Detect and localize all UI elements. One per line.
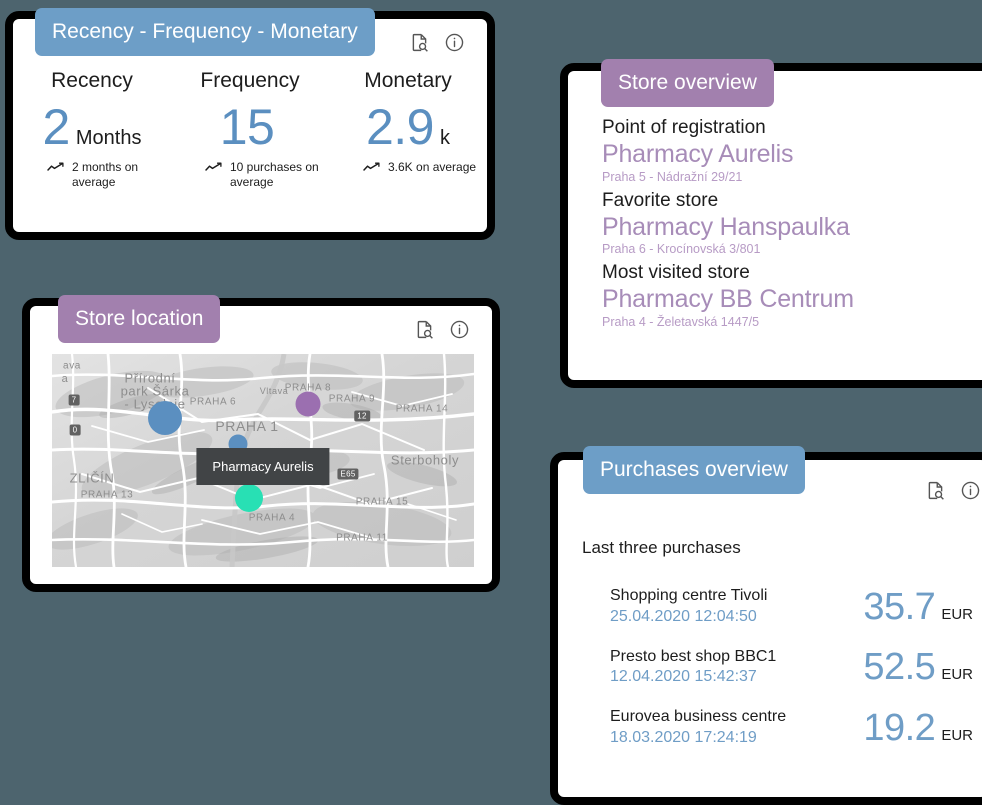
metric-value: 15 xyxy=(219,99,275,155)
info-circle-icon[interactable] xyxy=(444,32,465,53)
purchase-row[interactable]: Shopping centre Tivoli 25.04.2020 12:04:… xyxy=(610,586,979,628)
store-entry-address: Praha 6 - Krocínovská 3/801 xyxy=(602,242,761,256)
metric-trend-text: 3.6K on average xyxy=(388,160,477,174)
metric-label: Monetary xyxy=(364,69,452,92)
store-entry-heading: Favorite store xyxy=(602,189,719,211)
info-circle-icon[interactable] xyxy=(960,480,981,501)
store-location-map[interactable]: Přírodnípark Šárka- LysolajePRAHA 6PRAHA… xyxy=(52,354,474,567)
map-road-shield: 7 xyxy=(68,394,80,406)
map-label: a xyxy=(61,373,69,385)
purchase-currency: EUR xyxy=(941,726,973,744)
map-label: PRAHA 6 xyxy=(189,396,237,408)
metric-value: 2.9 xyxy=(365,99,435,155)
metric-value-group: 2.9 k xyxy=(329,102,487,154)
marker-teal[interactable] xyxy=(235,484,263,512)
purchases-card-title: Purchases overview xyxy=(583,446,805,494)
purchases-card-actions xyxy=(925,480,981,501)
map-label: Sterboholy xyxy=(390,452,460,468)
trend-line-icon xyxy=(47,162,64,177)
purchase-info: Eurovea business centre 18.03.2020 17:24… xyxy=(610,707,786,749)
metric-trend-text: 2 months on average xyxy=(72,160,139,189)
rfm-card: Recency - Frequency - Monetary Recency 2… xyxy=(5,8,495,240)
store-entry: Favorite store Pharmacy Hanspaulka Praha… xyxy=(602,190,972,257)
purchase-info: Shopping centre Tivoli 25.04.2020 12:04:… xyxy=(610,586,767,628)
rfm-card-actions xyxy=(409,32,465,53)
metric-label: Recency xyxy=(51,69,133,92)
rfm-metric-frequency: Frequency 15 10 purchases on average xyxy=(171,69,329,190)
map-label: PRAHA 13 xyxy=(80,489,134,501)
map-label: PRAHA 14 xyxy=(395,403,449,415)
purchase-amount-group: 35.7 EUR xyxy=(863,588,979,626)
store-entry-address: Praha 5 - Nádražní 29/21 xyxy=(602,169,743,184)
purchases-list: Shopping centre Tivoli 25.04.2020 12:04:… xyxy=(610,586,979,768)
map-road-shield: 12 xyxy=(354,410,370,422)
store-entry-address: Praha 4 - Želetavská 1447/5 xyxy=(602,314,760,329)
metric-value-group: 2 Months xyxy=(13,102,171,154)
marker-purple[interactable] xyxy=(295,391,321,417)
store-entry-heading: Most visited store xyxy=(602,262,750,283)
document-search-icon[interactable] xyxy=(409,32,430,53)
purchases-subtitle: Last three purchases xyxy=(582,538,741,557)
purchase-currency: EUR xyxy=(941,666,973,684)
metric-trend: 10 purchases on average xyxy=(171,160,329,190)
metric-value-group: 15 xyxy=(171,102,329,154)
metric-trend: 3.6K on average xyxy=(329,160,487,177)
rfm-metric-monetary: Monetary 2.9 k 3.6K on average xyxy=(329,69,487,190)
purchase-amount: 19.2 xyxy=(863,706,936,749)
map-label: ZLIČÍN xyxy=(69,470,115,486)
rfm-card-title: Recency - Frequency - Monetary xyxy=(35,8,375,56)
purchase-datetime: 12.04.2020 15:42:37 xyxy=(610,668,757,686)
store-location-card-title: Store location xyxy=(58,295,221,343)
map-label: PRAHA 11 xyxy=(336,532,388,544)
purchase-datetime: 25.04.2020 12:04:50 xyxy=(610,607,757,625)
store-location-card-actions xyxy=(414,319,470,340)
info-circle-icon[interactable] xyxy=(449,319,470,340)
metric-unit: k xyxy=(440,127,450,149)
trend-line-icon xyxy=(205,162,222,177)
purchase-datetime: 18.03.2020 17:24:19 xyxy=(610,728,757,746)
purchase-currency: EUR xyxy=(941,605,973,623)
metric-unit: Months xyxy=(75,127,142,149)
purchase-amount: 52.5 xyxy=(863,646,936,689)
store-entry-name[interactable]: Pharmacy Aurelis xyxy=(602,140,972,169)
purchase-store: Presto best shop BBC1 xyxy=(610,647,777,665)
marker-blue-large[interactable] xyxy=(148,401,182,435)
map-label: Vltava xyxy=(259,386,289,396)
purchase-store: Eurovea business centre xyxy=(610,708,787,726)
purchase-amount: 35.7 xyxy=(863,585,936,628)
map-label: PRAHA 15 xyxy=(355,496,409,508)
document-search-icon[interactable] xyxy=(925,480,946,501)
purchase-amount-group: 19.2 EUR xyxy=(863,709,979,747)
metric-trend: 2 months on average xyxy=(13,160,171,190)
document-search-icon[interactable] xyxy=(414,319,435,340)
metric-value: 2 xyxy=(42,99,71,155)
map-tooltip: Pharmacy Aurelis xyxy=(196,448,330,485)
store-entry: Most visited store Pharmacy BB Centrum P… xyxy=(602,262,972,329)
map-label: PRAHA 9 xyxy=(328,393,376,405)
map-label: PRAHA 1 xyxy=(215,418,279,434)
metric-trend-text: 10 purchases on average xyxy=(230,160,319,189)
purchase-row[interactable]: Presto best shop BBC1 12.04.2020 15:42:3… xyxy=(610,647,979,689)
store-entry: Point of registration Pharmacy Aurelis P… xyxy=(602,117,972,184)
store-overview-list: Point of registration Pharmacy Aurelis P… xyxy=(602,117,972,335)
store-entry-name[interactable]: Pharmacy Hanspaulka xyxy=(602,213,972,242)
store-entry-name[interactable]: Pharmacy BB Centrum xyxy=(602,285,972,314)
map-label: ava xyxy=(63,360,81,372)
purchases-overview-card: Purchases overview Last three purchases xyxy=(550,446,982,805)
purchase-amount-group: 52.5 EUR xyxy=(863,648,979,686)
store-overview-card: Store overview Point of registration Pha… xyxy=(560,59,982,388)
store-overview-card-title: Store overview xyxy=(601,59,774,107)
store-location-card: Store location Přírodní park Šárka - PRA… xyxy=(22,295,500,592)
map-road-shield: E65 xyxy=(337,468,359,480)
purchase-store: Shopping centre Tivoli xyxy=(610,587,768,604)
map-label: PRAHA 4 xyxy=(248,512,296,524)
map-road-shield: 0 xyxy=(69,424,81,436)
metric-label: Frequency xyxy=(200,69,300,92)
store-entry-heading: Point of registration xyxy=(602,117,766,138)
purchase-info: Presto best shop BBC1 12.04.2020 15:42:3… xyxy=(610,647,776,689)
rfm-metric-recency: Recency 2 Months 2 months on average xyxy=(13,69,171,190)
purchase-row[interactable]: Eurovea business centre 18.03.2020 17:24… xyxy=(610,707,979,749)
trend-line-icon xyxy=(363,162,380,177)
rfm-metrics: Recency 2 Months 2 months on average Fre… xyxy=(13,69,487,190)
